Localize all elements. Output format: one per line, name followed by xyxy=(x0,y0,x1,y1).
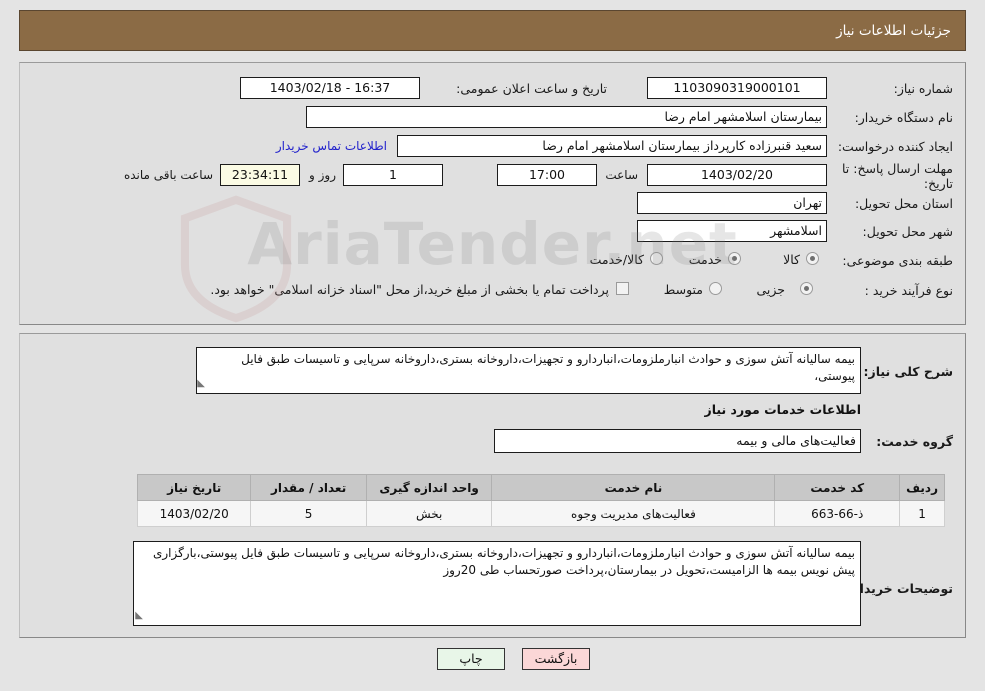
cell-row-no: 1 xyxy=(899,500,945,527)
deadline-days-value: 1 xyxy=(343,164,443,186)
page-title-bar: جزئیات اطلاعات نیاز xyxy=(19,10,966,51)
cell-quantity: 5 xyxy=(250,500,367,527)
request-creator-label: ایجاد کننده درخواست: xyxy=(837,139,953,154)
cell-unit: بخش xyxy=(365,500,493,527)
cell-need-date: 1403/02/20 xyxy=(136,500,252,527)
print-button[interactable]: چاپ xyxy=(437,648,505,670)
deadline-date-value: 1403/02/20 xyxy=(647,164,827,186)
table-row: 1 ذ-66-663 فعالیت‌های مدیریت وجوه بخش 5 … xyxy=(136,500,945,527)
col-row-no: ردیف xyxy=(899,474,945,501)
back-button[interactable]: بازگشت xyxy=(522,648,590,670)
category-radio-khedmat[interactable] xyxy=(728,252,741,265)
deadline-time-label: ساعت xyxy=(605,168,638,182)
announce-datetime-value: 16:37 - 1403/02/18 xyxy=(240,77,420,99)
buyer-contact-link[interactable]: اطلاعات تماس خریدار xyxy=(276,135,387,157)
city-value: اسلامشهر xyxy=(637,220,827,242)
process-label-jozi: جزیی xyxy=(756,282,785,297)
table-header-row: ردیف کد خدمت نام خدمت واحد اندازه گیری ت… xyxy=(136,474,945,501)
process-type-label: نوع فرآیند خرید : xyxy=(864,283,953,298)
category-radio-kala-khedmat[interactable] xyxy=(650,252,663,265)
cell-service-name: فعالیت‌های مدیریت وجوه xyxy=(491,500,776,527)
need-number-label: شماره نیاز: xyxy=(893,81,953,96)
category-label-khedmat: خدمت xyxy=(688,252,722,267)
deadline-days-label: روز و xyxy=(309,168,336,182)
category-radio-kala[interactable] xyxy=(806,252,819,265)
deadline-remaining-label: ساعت باقی مانده xyxy=(123,168,213,182)
col-need-date: تاریخ نیاز xyxy=(136,474,252,501)
treasury-bonds-label: پرداخت تمام یا بخشی از مبلغ خرید،از محل … xyxy=(210,282,609,297)
col-service-name: نام خدمت xyxy=(491,474,776,501)
treasury-bonds-checkbox[interactable] xyxy=(616,282,629,295)
need-number-value: 1103090319000101 xyxy=(647,77,827,99)
page-root: AriaTender.net جزئیات اطلاعات نیاز شماره… xyxy=(0,0,985,691)
need-details-panel: شرح کلی نیاز: بیمه سالیانه آتش سوزی و حو… xyxy=(19,333,966,638)
category-label: طبقه بندی موضوعی: xyxy=(842,253,953,268)
category-label-kala: کالا xyxy=(783,252,800,267)
buyer-org-value: بیمارستان اسلامشهر امام رضا xyxy=(306,106,827,128)
category-label-kala-khedmat: کالا/خدمت xyxy=(589,252,644,267)
page-title: جزئیات اطلاعات نیاز xyxy=(836,22,951,39)
announce-datetime-label: تاریخ و ساعت اعلان عمومی: xyxy=(456,81,607,96)
buyer-notes-textarea[interactable]: بیمه سالیانه آتش سوزی و حوادث انبارملزوم… xyxy=(133,541,861,626)
col-service-code: کد خدمت xyxy=(774,474,901,501)
province-label: استان محل تحویل: xyxy=(854,196,953,211)
deadline-label: مهلت ارسال پاسخ: تا تاریخ: xyxy=(842,161,953,191)
buyer-org-label: نام دستگاه خریدار: xyxy=(854,110,953,125)
buyer-notes-label: توضیحات خریدار: xyxy=(847,581,953,596)
process-label-motavaset: متوسط xyxy=(663,282,703,297)
cell-service-code: ذ-66-663 xyxy=(774,500,901,527)
need-summary-panel: شماره نیاز: 1103090319000101 تاریخ و ساع… xyxy=(19,62,966,325)
deadline-time-value: 17:00 xyxy=(497,164,597,186)
process-radio-jozi[interactable] xyxy=(800,282,813,295)
request-creator-value: سعید قنبرزاده کارپرداز بیمارستان اسلامشه… xyxy=(397,135,827,157)
province-value: تهران xyxy=(637,192,827,214)
process-radio-motavaset[interactable] xyxy=(709,282,722,295)
col-unit: واحد اندازه گیری xyxy=(365,474,493,501)
deadline-remaining-value: 23:34:11 xyxy=(220,164,300,186)
service-group-value: فعالیت‌های مالی و بیمه xyxy=(494,429,861,453)
need-description-textarea[interactable]: بیمه سالیانه آتش سوزی و حوادث انبارملزوم… xyxy=(196,347,861,394)
service-group-label: گروه خدمت: xyxy=(876,434,953,449)
need-description-label: شرح کلی نیاز: xyxy=(863,364,953,379)
services-table: ردیف کد خدمت نام خدمت واحد اندازه گیری ت… xyxy=(136,474,945,527)
city-label: شهر محل تحویل: xyxy=(862,224,953,239)
col-quantity: تعداد / مقدار xyxy=(250,474,367,501)
services-section-title: اطلاعات خدمات مورد نیاز xyxy=(704,402,862,417)
